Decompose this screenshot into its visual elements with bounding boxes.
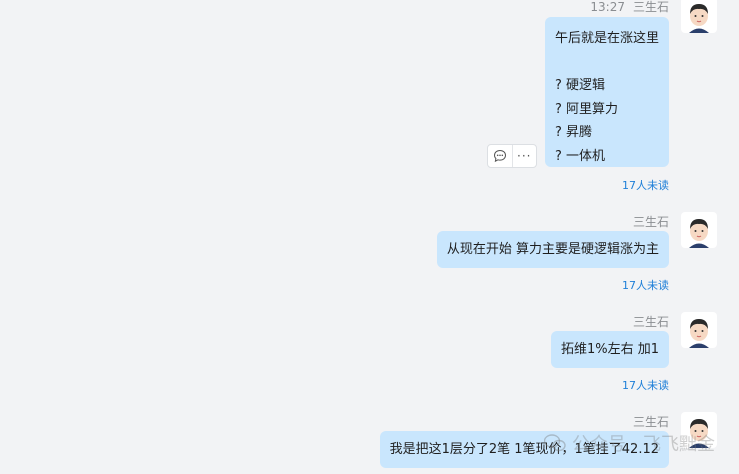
watermark: 公众号 · 飞飞黜金	[543, 430, 715, 456]
more-icon: ···	[517, 149, 532, 163]
read-status[interactable]: 17人未读	[622, 277, 669, 293]
message-meta: 三生石	[633, 413, 669, 430]
message-meta: 三生石	[633, 313, 669, 330]
read-status[interactable]: 17人未读	[622, 377, 669, 393]
message-bubble[interactable]: 拓维1%左右 加1	[550, 331, 669, 368]
message-hover-toolbar: ···	[487, 144, 537, 168]
message-meta: 三生石	[633, 213, 669, 230]
avatar-icon	[689, 219, 709, 248]
watermark-text: 公众号 · 飞飞黜金	[571, 434, 715, 455]
avatar[interactable]	[681, 212, 717, 248]
message-meta: 13:27 三生石	[590, 0, 669, 15]
message-time: 13:27	[590, 0, 625, 14]
wechat-icon	[543, 434, 566, 452]
avatar-icon	[689, 4, 709, 33]
reply-button[interactable]	[488, 145, 512, 167]
more-button[interactable]: ···	[511, 145, 537, 167]
comment-icon	[493, 149, 506, 163]
read-status[interactable]: 17人未读	[622, 177, 669, 193]
sender-name[interactable]: 三生石	[633, 215, 669, 229]
avatar[interactable]	[681, 0, 717, 33]
sender-name[interactable]: 三生石	[633, 315, 669, 329]
sender-name[interactable]: 三生石	[633, 0, 669, 14]
avatar-icon	[689, 319, 709, 348]
avatar[interactable]	[681, 312, 717, 348]
message-bubble[interactable]: 从现在开始 算力主要是硬逻辑涨为主	[436, 231, 669, 268]
message-bubble[interactable]: 午后就是在涨这里 ? 硬逻辑 ? 阿里算力 ? 昇腾 ? 一体机	[544, 17, 669, 167]
sender-name[interactable]: 三生石	[633, 415, 669, 429]
